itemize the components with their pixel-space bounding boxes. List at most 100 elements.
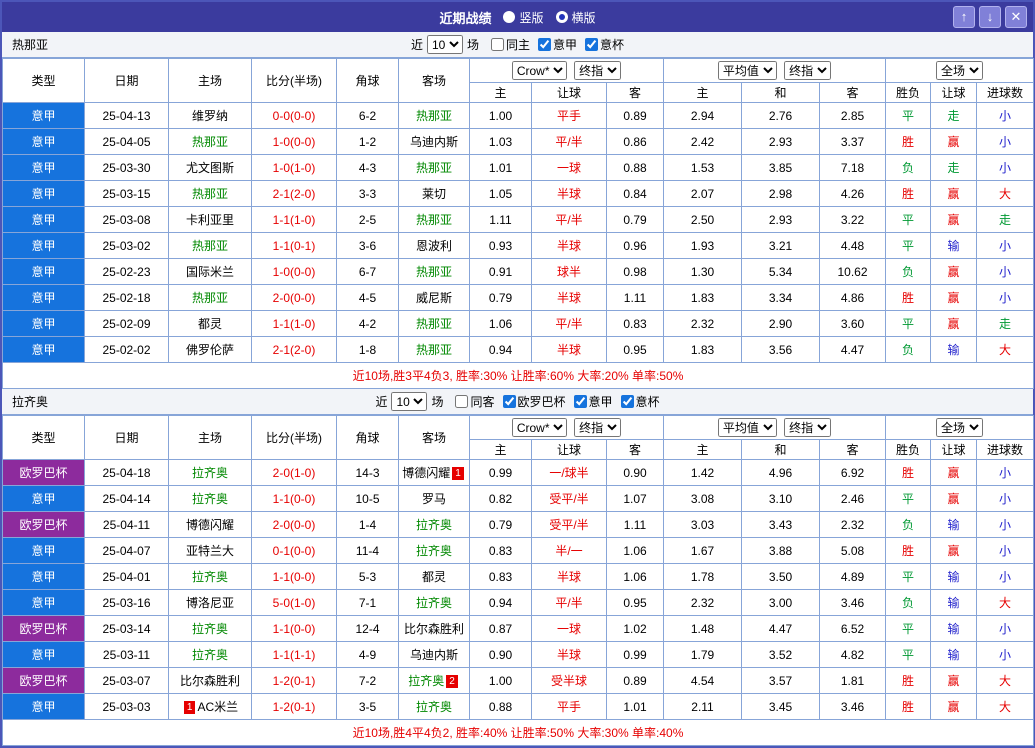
- odds-provider-select[interactable]: Crow*: [511, 418, 567, 437]
- filter-checkbox-欧罗巴杯[interactable]: 欧罗巴杯: [502, 393, 566, 410]
- away-team-name: 热那亚: [415, 161, 452, 175]
- recent-count-select[interactable]: 10: [391, 392, 428, 411]
- avg-away-cell: 4.82: [818, 641, 887, 668]
- wdl-result-cell: 负: [885, 154, 932, 181]
- away-team-cell: 拉齐奥 2: [398, 667, 470, 694]
- filter-checkbox-input[interactable]: [455, 395, 469, 408]
- score-cell: 1-2(0-1): [251, 667, 337, 694]
- filter-checkbox-input[interactable]: [538, 38, 551, 51]
- corner-cell: 11-4: [336, 537, 399, 564]
- fulltime-select[interactable]: 全场: [936, 418, 984, 437]
- fulltime-select[interactable]: 全场: [936, 61, 984, 80]
- col-avg-away: 客: [818, 439, 887, 460]
- handicap-result-cell: 输: [930, 589, 978, 616]
- filter-checkbox-意甲[interactable]: 意甲: [538, 36, 577, 53]
- handicap-result-cell: 走: [930, 154, 978, 181]
- filter-checkbox-input[interactable]: [585, 38, 599, 51]
- avg-draw-cell: 4.47: [741, 615, 820, 642]
- col-type: 类型: [2, 58, 85, 103]
- section-header: 拉齐奥 近 10 场 同客 欧罗巴杯 意甲 意杯: [2, 389, 1033, 415]
- avg-away-cell: 7.18: [818, 154, 887, 181]
- handicap-result-cell: 赢: [930, 128, 978, 155]
- filter-checkbox-input[interactable]: [502, 395, 516, 408]
- avg-odds-select[interactable]: 平均值: [717, 418, 777, 437]
- away-odds-cell: 1.06: [606, 537, 664, 564]
- close-button[interactable]: ✕: [1005, 6, 1027, 28]
- home-team-cell: 热那亚: [168, 180, 252, 207]
- filter-checkbox-input[interactable]: [573, 395, 587, 408]
- filter-checkbox-意杯[interactable]: 意杯: [620, 393, 660, 410]
- avg-final-select[interactable]: 终指: [784, 418, 832, 437]
- score-cell: 1-1(1-1): [251, 641, 337, 668]
- home-team-cell: 拉齐奥: [168, 641, 252, 668]
- home-odds-cell: 0.79: [469, 284, 532, 311]
- avg-away-cell: 2.32: [818, 511, 887, 538]
- wdl-result-cell: 平: [885, 615, 932, 642]
- score-cell: 1-1(1-0): [251, 206, 337, 233]
- handicap-cell: 球半: [531, 258, 607, 285]
- wdl-result-cell: 平: [885, 310, 932, 337]
- summary-text: 近10场,胜3平4负3, 胜率:30% 让胜率:60% 大率:20% 单率:50…: [1, 362, 1035, 389]
- avg-away-cell: 4.48: [818, 232, 887, 259]
- away-team-cell: 罗马: [398, 485, 470, 512]
- final-odds-select[interactable]: 终指: [574, 61, 622, 80]
- col-handicap: 让球: [531, 439, 607, 460]
- recent-count-select[interactable]: 10: [426, 35, 463, 54]
- avg-home-cell: 1.83: [663, 336, 742, 363]
- date-cell: 25-04-07: [84, 537, 169, 564]
- wdl-result-cell: 负: [885, 258, 932, 285]
- move-up-button[interactable]: ↑: [953, 6, 975, 28]
- league-cell: 意甲: [2, 102, 85, 129]
- away-team-name: 都灵: [421, 570, 446, 584]
- filter-checkbox-意甲[interactable]: 意甲: [573, 393, 613, 410]
- league-cell: 意甲: [2, 563, 85, 590]
- handicap-cell: 半球: [531, 641, 607, 668]
- avg-home-cell: 1.30: [663, 258, 742, 285]
- filter-checkbox-label: 意杯: [600, 38, 625, 52]
- match-row: 意甲 25-04-01 拉齐奥 1-1(0-0) 5-3 都灵 0.83 半球 1.06 1.78…: [2, 563, 1035, 590]
- away-team-name: 拉齐奥: [415, 700, 452, 714]
- odds-provider-select[interactable]: Crow*: [511, 61, 567, 80]
- avg-away-cell: 2.46: [818, 485, 887, 512]
- col-handicap-result: 让球: [930, 82, 978, 103]
- avg-home-cell: 1.48: [663, 615, 742, 642]
- filter-checkbox-同主[interactable]: 同主: [490, 36, 530, 53]
- radio-icon[interactable]: [555, 11, 568, 23]
- home-team-name: 亚特兰大: [185, 544, 234, 558]
- col-home-odds: 主: [469, 82, 532, 103]
- league-cell: 意甲: [2, 336, 85, 363]
- away-team-name: 乌迪内斯: [409, 135, 458, 149]
- wdl-result-cell: 平: [885, 641, 932, 668]
- final-odds-select[interactable]: 终指: [574, 418, 622, 437]
- handicap-cell: 一球: [531, 615, 607, 642]
- radio-icon[interactable]: [503, 11, 516, 23]
- filter-checkbox-input[interactable]: [620, 395, 634, 408]
- corner-cell: 3-6: [336, 232, 399, 259]
- filter-checkbox-意杯[interactable]: 意杯: [585, 36, 624, 53]
- corner-cell: 1-4: [336, 511, 399, 538]
- col-goals: 进球数: [976, 439, 1035, 460]
- match-row: 意甲 25-03-11 拉齐奥 1-1(1-1) 4-9 乌迪内斯 0.90 半球 0.99 1.…: [2, 641, 1035, 668]
- avg-home-cell: 2.11: [663, 693, 742, 720]
- filter-checkbox-input[interactable]: [490, 38, 504, 51]
- filter-checkbox-label: 意甲: [553, 38, 578, 52]
- away-team-cell: 莱切: [398, 180, 470, 207]
- radio-vertical-layout[interactable]: 竖版: [503, 9, 544, 26]
- radio-horizontal-label: 横版: [571, 10, 596, 25]
- avg-odds-select[interactable]: 平均值: [717, 61, 777, 80]
- filter-near-label: 近: [410, 38, 423, 52]
- move-down-button[interactable]: ↓: [979, 6, 1001, 28]
- panel-title: 近期战绩: [439, 10, 492, 26]
- away-team-name: 热那亚: [415, 265, 452, 279]
- col-home-odds: 主: [469, 439, 532, 460]
- radio-horizontal-layout[interactable]: 横版: [555, 9, 596, 26]
- filter-checkbox-同客[interactable]: 同客: [455, 393, 495, 410]
- home-team-cell: 拉齐奥: [168, 563, 252, 590]
- filter-checkbox-label: 意甲: [588, 395, 613, 409]
- avg-final-select[interactable]: 终指: [784, 61, 832, 80]
- handicap-result-cell: 输: [930, 232, 978, 259]
- score-cell: 2-1(2-0): [251, 180, 337, 207]
- match-row: 欧罗巴杯 25-04-11 博德闪耀 2-0(0-0) 1-4 拉齐奥 0.79 受平/半 1.…: [2, 511, 1035, 538]
- avg-away-cell: 6.92: [818, 459, 887, 486]
- home-odds-cell: 1.01: [469, 154, 532, 181]
